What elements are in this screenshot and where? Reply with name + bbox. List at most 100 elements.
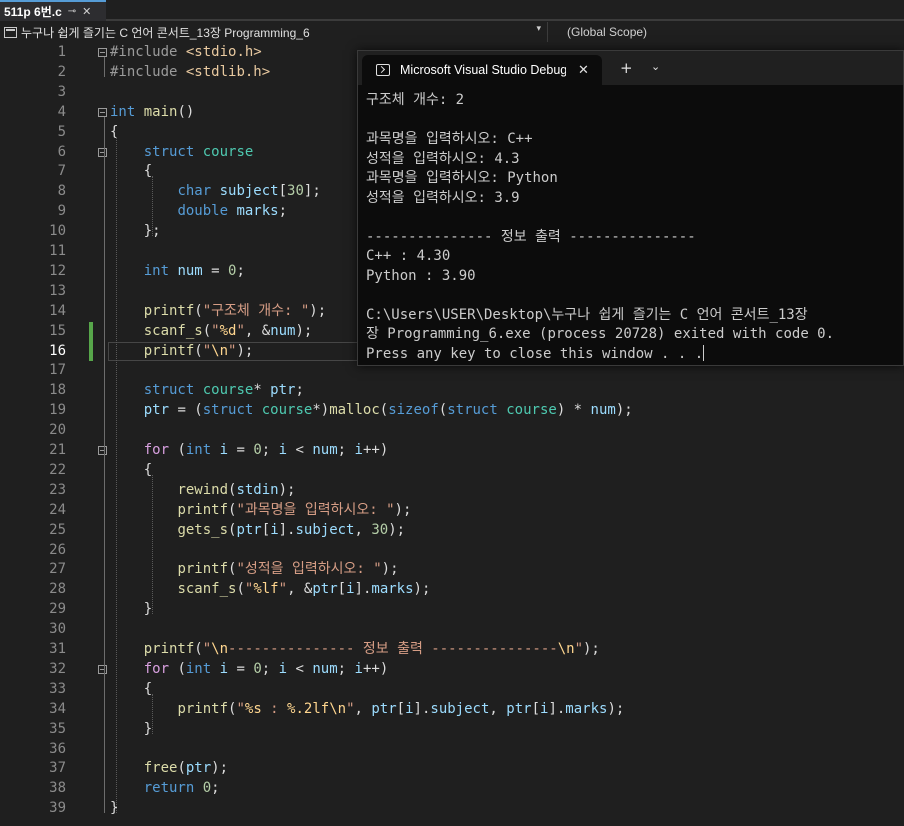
- code-text: printf("성적을 입력하시오: ");: [177, 561, 399, 578]
- debug-console-window[interactable]: Microsoft Visual Studio Debug Console ✕ …: [357, 50, 904, 366]
- line-number: 34: [49, 700, 66, 717]
- code-line[interactable]: 31 printf("\n--------------- 정보 출력 -----…: [0, 640, 904, 660]
- pin-icon[interactable]: ⊸: [68, 6, 76, 17]
- code-line[interactable]: 20: [0, 421, 904, 441]
- console-line: Python : 3.90: [366, 267, 476, 284]
- scope-guide: [104, 455, 105, 615]
- code-line[interactable]: 35 }: [0, 720, 904, 740]
- line-number: 28: [49, 581, 66, 598]
- code-line[interactable]: 26: [0, 541, 904, 561]
- line-number: 1: [57, 44, 66, 60]
- chevron-down-icon: ▾: [536, 24, 541, 34]
- code-line[interactable]: 38 return 0;: [0, 779, 904, 799]
- code-text: {: [110, 123, 119, 140]
- line-number: 16: [49, 342, 66, 359]
- collapse-icon[interactable]: [98, 446, 107, 455]
- line-number: 11: [49, 243, 66, 259]
- line-number: 25: [49, 521, 66, 538]
- scope-guide: [152, 474, 153, 615]
- code-text: scanf_s("%lf", &ptr[i].marks);: [177, 581, 431, 598]
- close-icon[interactable]: ✕: [82, 5, 91, 18]
- document-tab[interactable]: 511p 6번.c ⊸ ✕: [0, 0, 106, 21]
- console-line: --------------- 정보 출력 ---------------: [366, 228, 696, 245]
- chevron-down-icon[interactable]: ⌄: [651, 60, 660, 73]
- line-number: 13: [49, 282, 66, 299]
- collapse-icon[interactable]: [98, 664, 107, 674]
- code-text: #include <stdlib.h>: [110, 63, 271, 80]
- code-line[interactable]: 23 rewind(stdin);: [0, 481, 904, 501]
- code-text: scanf_s("%d", &num);: [143, 322, 313, 339]
- scope-label: (Global Scope): [567, 25, 648, 39]
- code-line[interactable]: 39}: [0, 799, 904, 819]
- line-number: 22: [49, 461, 66, 478]
- console-line: 과목명을 입력하시오: C++: [366, 131, 533, 147]
- code-line[interactable]: 22 {: [0, 461, 904, 481]
- console-line: C++ : 4.30: [366, 248, 451, 264]
- collapse-icon[interactable]: [98, 107, 107, 117]
- line-number: 35: [49, 720, 66, 737]
- code-line[interactable]: 33 {: [0, 680, 904, 700]
- code-line[interactable]: 36: [0, 740, 904, 760]
- text-cursor: [703, 344, 705, 361]
- scope-guide: [104, 156, 105, 237]
- line-number: 12: [49, 262, 66, 279]
- line-number: 23: [49, 481, 66, 498]
- code-line[interactable]: 32 for (int i = 0; i < num; i++): [0, 660, 904, 680]
- code-line[interactable]: 27 printf("성적을 입력하시오: ");: [0, 560, 904, 580]
- code-text: ptr = (struct course*)malloc(sizeof(stru…: [143, 402, 633, 419]
- line-number: 14: [49, 302, 66, 319]
- collapse-icon[interactable]: [98, 48, 107, 57]
- new-tab-button[interactable]: +: [620, 59, 633, 77]
- code-line[interactable]: 30: [0, 620, 904, 640]
- line-number: 3: [57, 83, 66, 100]
- code-text: struct course: [143, 143, 254, 160]
- code-line[interactable]: 37 free(ptr);: [0, 759, 904, 779]
- code-line[interactable]: 34 printf("%s : %.2lf\n", ptr[i].subject…: [0, 700, 904, 720]
- close-icon[interactable]: ✕: [578, 63, 589, 78]
- line-number: 26: [49, 541, 66, 558]
- line-number: 38: [49, 780, 66, 797]
- scope-dropdown[interactable]: (Global Scope): [549, 22, 904, 42]
- console-line: 장 Programming_6.exe (process 20728) exit…: [366, 326, 835, 342]
- line-number: 19: [49, 402, 66, 419]
- console-tab[interactable]: Microsoft Visual Studio Debug Console ✕: [362, 55, 602, 85]
- code-line[interactable]: 19 ptr = (struct course*)malloc(sizeof(s…: [0, 401, 904, 421]
- line-number: 30: [49, 621, 66, 638]
- project-dropdown[interactable]: 누구나 쉽게 즐기는 C 언어 콘서트_13장 Programming_6 ▾: [0, 22, 548, 42]
- line-number: 6: [57, 143, 66, 160]
- line-number: 39: [49, 800, 66, 817]
- scope-guide: [104, 673, 105, 734]
- code-line[interactable]: 25 gets_s(ptr[i].subject, 30);: [0, 521, 904, 541]
- code-line[interactable]: 24 printf("과목명을 입력하시오: ");: [0, 501, 904, 521]
- code-line[interactable]: 18 struct course* ptr;: [0, 381, 904, 401]
- line-number: 33: [49, 680, 66, 697]
- scope-guide: [152, 693, 153, 734]
- code-line[interactable]: 21 for (int i = 0; i < num; i++): [0, 441, 904, 461]
- line-number: 18: [49, 382, 66, 399]
- line-number: 27: [49, 561, 66, 578]
- console-title: Microsoft Visual Studio Debug Console: [400, 63, 566, 77]
- code-text: return 0;: [143, 780, 220, 797]
- code-line[interactable]: 28 scanf_s("%lf", &ptr[i].marks);: [0, 580, 904, 600]
- code-text: for (int i = 0; i < num; i++): [143, 660, 389, 677]
- scope-guide: [116, 136, 117, 814]
- line-number: 8: [57, 183, 66, 200]
- code-text: double marks;: [177, 203, 288, 220]
- code-text: int num = 0;: [143, 262, 245, 279]
- line-number: 7: [57, 163, 66, 180]
- console-title-bar: Microsoft Visual Studio Debug Console ✕ …: [358, 51, 903, 85]
- console-line: C:\Users\USER\Desktop\누구나 쉽게 즐기는 C 언어 콘서…: [366, 306, 808, 323]
- console-line: 구조체 개수: 2: [366, 92, 465, 108]
- line-number: 36: [49, 740, 66, 757]
- code-text: printf("과목명을 입력하시오: ");: [177, 501, 412, 518]
- collapse-icon[interactable]: [98, 147, 107, 157]
- line-number: 29: [49, 601, 66, 618]
- code-text: free(ptr);: [143, 760, 229, 777]
- document-tab-label: 511p 6번.c: [4, 5, 62, 19]
- code-line[interactable]: 29 }: [0, 600, 904, 620]
- document-tab-strip: 511p 6번.c ⊸ ✕: [0, 0, 904, 21]
- code-text: gets_s(ptr[i].subject, 30);: [177, 521, 406, 538]
- line-number: 2: [57, 63, 66, 80]
- code-text: for (int i = 0; i < num; i++): [143, 442, 389, 458]
